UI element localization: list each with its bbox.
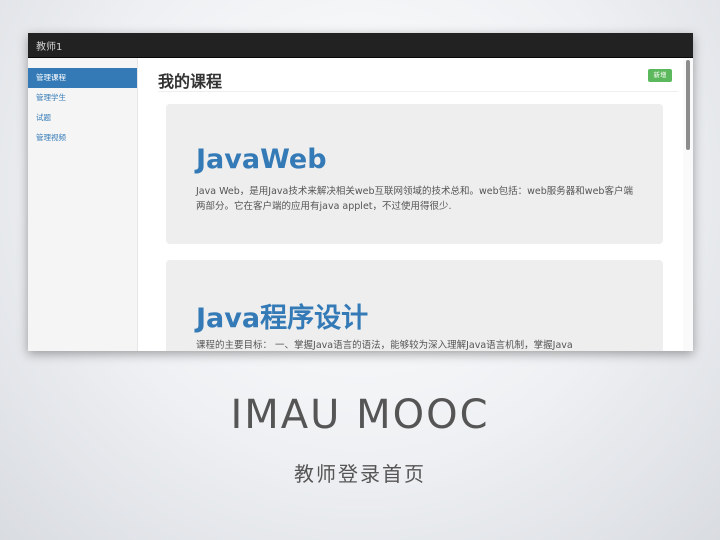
sidebar-item-manage-courses[interactable]: 管理课程 — [28, 68, 137, 88]
sidebar-item-manage-students[interactable]: 管理学生 — [28, 88, 137, 108]
navbar-brand[interactable]: 教师1 — [36, 38, 62, 53]
course-title[interactable]: JavaWeb — [196, 144, 327, 175]
course-description: Java Web，是用Java技术来解决相关web互联网领域的技术总和。web包… — [196, 186, 633, 212]
add-course-button[interactable]: 新增 — [648, 69, 672, 82]
slide-subtitle: 教师登录首页 — [294, 462, 426, 486]
top-navbar: 教师1 — [28, 33, 693, 58]
page-title: 我的课程 — [158, 72, 223, 91]
course-description: 课程的主要目标： 一、掌握Java语言的语法，能够较为深入理解Java语言机制，… — [196, 340, 573, 351]
course-title[interactable]: Java程序设计 — [196, 296, 368, 335]
sidebar-item-manage-videos[interactable]: 管理视频 — [28, 128, 137, 148]
page-header: 我的课程 新增 — [158, 67, 678, 92]
course-card[interactable]: Java程序设计 课程的主要目标： 一、掌握Java语言的语法，能够较为深入理解… — [166, 260, 663, 351]
scrollbar-thumb[interactable] — [686, 60, 690, 150]
course-card[interactable]: JavaWeb Java Web，是用Java技术来解决相关web互联网领域的技… — [166, 104, 663, 244]
sidebar: 管理课程 管理学生 试题 管理视频 — [28, 58, 138, 351]
browser-window: 教师1 管理课程 管理学生 试题 管理视频 我的课程 新增 JavaWeb Ja… — [28, 33, 693, 351]
slide-title: IMAU MOOC — [230, 392, 490, 438]
sidebar-item-exams[interactable]: 试题 — [28, 108, 137, 128]
main-content: 我的课程 新增 JavaWeb Java Web，是用Java技术来解决相关we… — [138, 58, 683, 351]
scrollbar[interactable] — [683, 58, 693, 351]
